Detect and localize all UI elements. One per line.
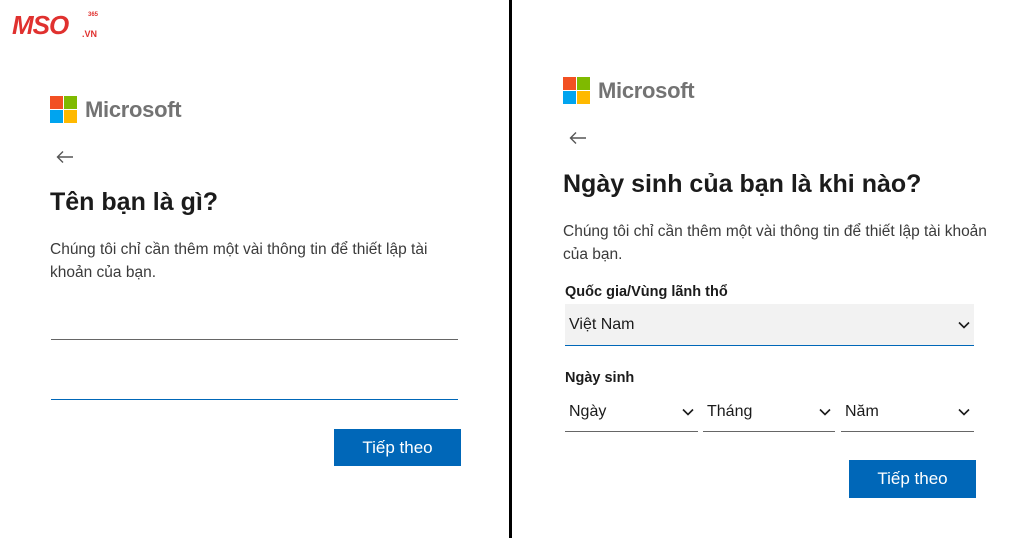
name-step-panel: Microsoft Tên bạn là gì? Chúng tôi chỉ c… bbox=[0, 0, 509, 538]
page-description: Chúng tôi chỉ cần thêm một vài thông tin… bbox=[563, 223, 987, 263]
day-select[interactable]: Ngày bbox=[565, 392, 698, 432]
next-button[interactable]: Tiếp theo bbox=[334, 429, 461, 466]
back-arrow-icon[interactable] bbox=[56, 150, 74, 164]
microsoft-logo: Microsoft bbox=[563, 77, 695, 104]
microsoft-logo: Microsoft bbox=[50, 96, 182, 123]
country-select[interactable]: Việt Nam bbox=[565, 304, 974, 346]
chevron-down-icon bbox=[682, 408, 694, 416]
country-select-value: Việt Nam bbox=[569, 315, 635, 333]
page-title: Tên bạn là gì? bbox=[50, 188, 219, 216]
microsoft-squares-icon bbox=[50, 96, 77, 123]
last-name-field[interactable] bbox=[51, 370, 458, 400]
screenshot-page: MSO 365 .VN Microsoft Tên bạn là gì? Chú… bbox=[0, 0, 1024, 538]
microsoft-wordmark: Microsoft bbox=[85, 96, 182, 122]
birthdate-label: Ngày sinh bbox=[565, 370, 635, 386]
month-select[interactable]: Tháng bbox=[703, 392, 835, 432]
year-select[interactable]: Năm bbox=[841, 392, 974, 432]
next-button[interactable]: Tiếp theo bbox=[849, 460, 976, 498]
birthdate-step-panel: Microsoft Ngày sinh của bạn là khi nào? … bbox=[512, 0, 1024, 538]
microsoft-wordmark: Microsoft bbox=[598, 77, 695, 103]
microsoft-squares-icon bbox=[563, 77, 590, 104]
month-select-value: Tháng bbox=[707, 402, 753, 420]
year-select-value: Năm bbox=[845, 402, 879, 420]
chevron-down-icon bbox=[819, 408, 831, 416]
page-title: Ngày sinh của bạn là khi nào? bbox=[563, 170, 922, 198]
chevron-down-icon bbox=[958, 408, 970, 416]
chevron-down-icon bbox=[958, 321, 970, 329]
page-description: Chúng tôi chỉ cần thêm một vài thông tin… bbox=[50, 241, 428, 281]
first-name-field[interactable] bbox=[51, 310, 458, 340]
country-label: Quốc gia/Vùng lãnh thổ bbox=[565, 284, 728, 300]
day-select-value: Ngày bbox=[569, 402, 607, 420]
back-arrow-icon[interactable] bbox=[569, 131, 587, 145]
